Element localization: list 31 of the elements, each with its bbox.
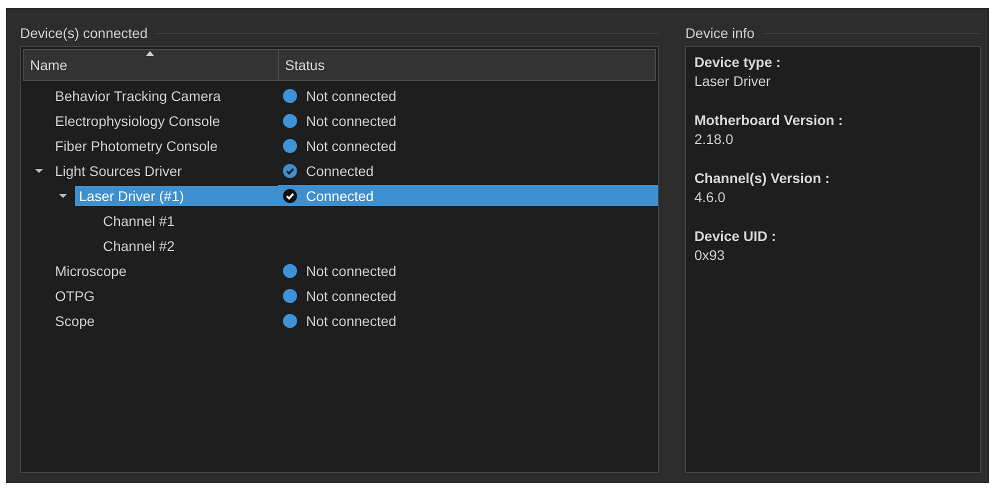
status-text: Not connected — [306, 88, 396, 104]
status-text: Not connected — [306, 138, 396, 154]
field-label: Channel(s) Version : — [694, 169, 831, 188]
device-name[interactable]: Electrophysiology Console — [51, 110, 224, 130]
field-label: Device UID : — [694, 227, 778, 246]
field-label: Device type : — [694, 53, 782, 72]
column-header[interactable]: Name — [24, 50, 279, 80]
field-value: Laser Driver — [694, 72, 772, 91]
status-text: Connected — [306, 188, 374, 204]
device-name[interactable]: Channel #1 — [99, 210, 179, 230]
device-name[interactable]: Behavior Tracking Camera — [51, 86, 225, 106]
device-name[interactable]: Channel #2 — [99, 236, 179, 256]
field-value: 4.6.0 — [694, 188, 726, 207]
group-title: Device(s) connected — [20, 25, 148, 41]
caret-icon[interactable] — [59, 192, 67, 200]
status-text: Not connected — [306, 112, 396, 128]
group-title: Device info — [685, 25, 755, 41]
device-name[interactable]: OTPG — [51, 286, 99, 306]
device-name[interactable]: Light Sources Driver — [51, 160, 186, 180]
field-label: Motherboard Version : — [694, 111, 844, 130]
column-header[interactable]: Status — [279, 50, 656, 80]
field-value: 0x93 — [694, 246, 726, 265]
device-name[interactable]: Microscope — [51, 260, 131, 280]
status-text: Not connected — [306, 312, 396, 328]
status-text: Not connected — [306, 262, 396, 278]
field-value: 2.18.0 — [694, 130, 734, 149]
status-text: Connected — [306, 162, 374, 178]
caret-icon[interactable] — [35, 166, 43, 174]
device-name[interactable]: Scope — [51, 310, 99, 330]
device-name[interactable]: Fiber Photometry Console — [51, 136, 222, 156]
status-text: Not connected — [306, 288, 396, 304]
